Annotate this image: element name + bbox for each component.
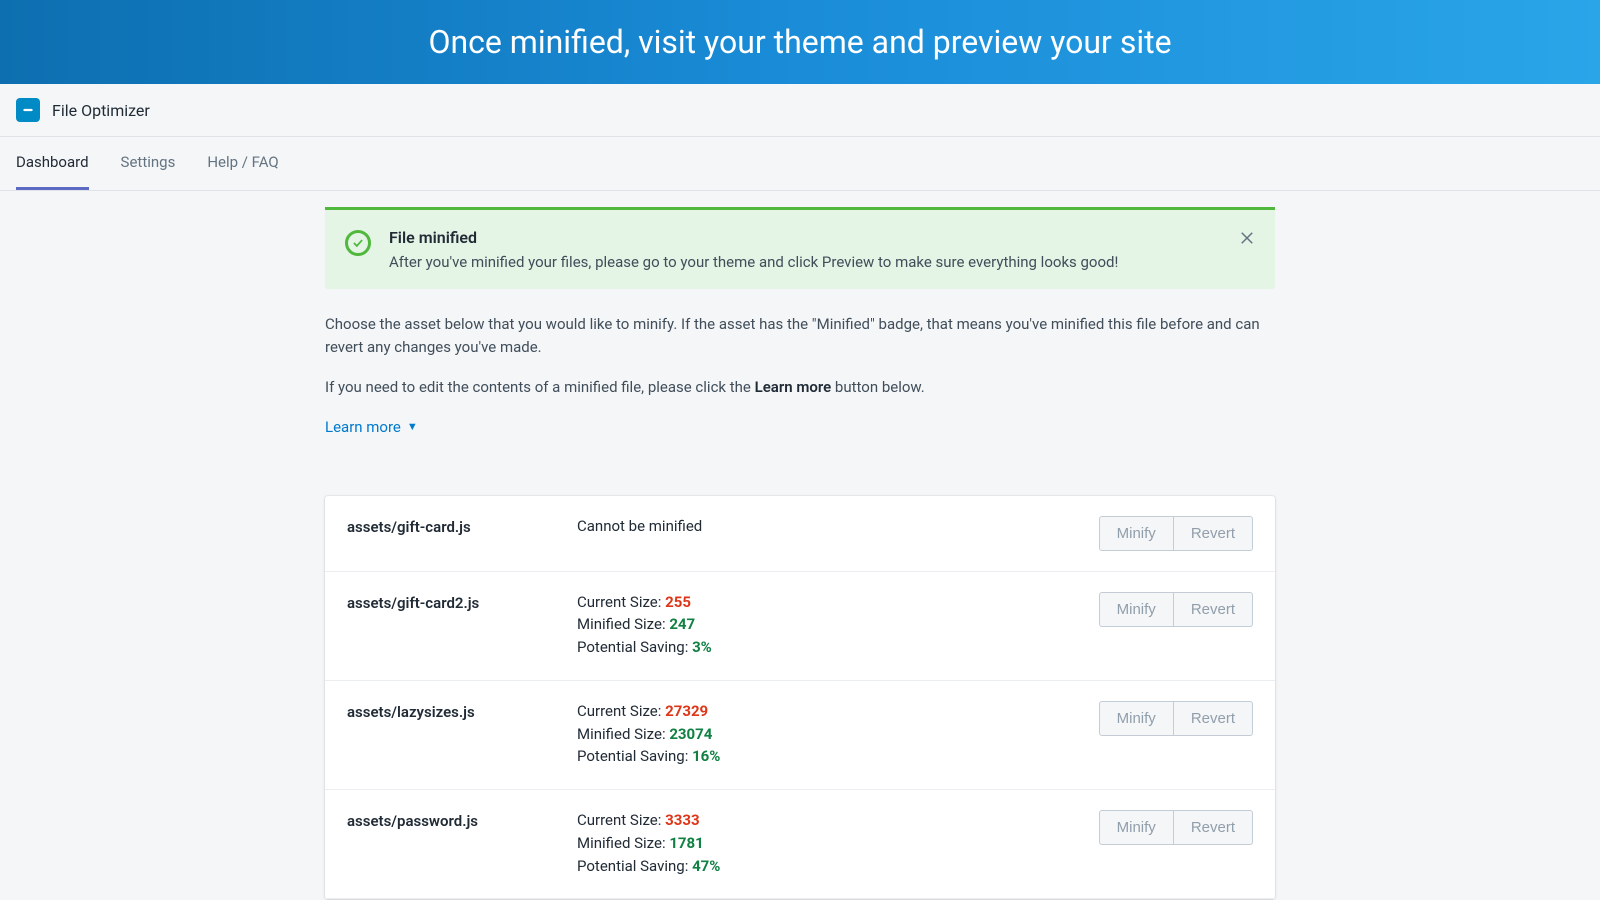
revert-button[interactable]: Revert (1174, 810, 1253, 845)
tab-settings[interactable]: Settings (121, 137, 176, 190)
file-list: assets/gift-card.jsCannot be minifiedMin… (325, 496, 1275, 900)
minify-button[interactable]: Minify (1099, 592, 1174, 627)
main-content: File minified After you've minified your… (325, 191, 1275, 899)
app-header: File Optimizer (0, 84, 1600, 137)
minified-size-line: Minified Size: 247 (577, 614, 1099, 636)
learn-more-label: Learn more (325, 418, 401, 436)
file-stats: Cannot be minified (577, 516, 1099, 538)
current-size-line: Current Size: 255 (577, 592, 1099, 614)
revert-button[interactable]: Revert (1174, 592, 1253, 627)
tab-bar: Dashboard Settings Help / FAQ (0, 137, 1600, 191)
caret-down-icon: ▼ (407, 420, 418, 433)
file-name: assets/gift-card2.js (347, 592, 577, 612)
hero-banner: Once minified, visit your theme and prev… (0, 0, 1600, 84)
minified-size-line: Minified Size: 23074 (577, 724, 1099, 746)
tab-help-faq[interactable]: Help / FAQ (207, 137, 278, 190)
file-name: assets/gift-card.js (347, 516, 577, 536)
minify-button[interactable]: Minify (1099, 810, 1174, 845)
current-size-line: Current Size: 3333 (577, 810, 1099, 832)
file-stats: Current Size: 27329Minified Size: 23074P… (577, 701, 1099, 769)
minified-size-line: Minified Size: 1781 (577, 833, 1099, 855)
revert-button[interactable]: Revert (1174, 516, 1253, 551)
learn-more-link[interactable]: Learn more ▼ (325, 418, 418, 436)
file-stats: Current Size: 255Minified Size: 247Poten… (577, 592, 1099, 660)
intro2-post: button below. (831, 378, 925, 396)
intro-paragraph-2: If you need to edit the contents of a mi… (325, 376, 1275, 399)
close-icon[interactable] (1235, 226, 1259, 250)
success-alert: File minified After you've minified your… (325, 207, 1275, 289)
tab-dashboard[interactable]: Dashboard (16, 137, 89, 190)
file-row: assets/gift-card2.jsCurrent Size: 255Min… (325, 572, 1275, 681)
check-circle-icon (345, 230, 371, 256)
file-name: assets/lazysizes.js (347, 701, 577, 721)
alert-text: After you've minified your files, please… (389, 253, 1255, 271)
potential-saving-line: Potential Saving: 16% (577, 746, 1099, 768)
app-title: File Optimizer (52, 101, 150, 120)
potential-saving-line: Potential Saving: 47% (577, 856, 1099, 878)
file-stats: Current Size: 3333Minified Size: 1781Pot… (577, 810, 1099, 878)
intro-paragraph-1: Choose the asset below that you would li… (325, 313, 1275, 358)
potential-saving-line: Potential Saving: 3% (577, 637, 1099, 659)
file-row: assets/lazysizes.jsCurrent Size: 27329Mi… (325, 681, 1275, 790)
app-logo-icon (16, 98, 40, 122)
file-actions: MinifyRevert (1099, 810, 1253, 845)
minify-button[interactable]: Minify (1099, 516, 1174, 551)
file-row: assets/password.jsCurrent Size: 3333Mini… (325, 790, 1275, 899)
alert-title: File minified (389, 228, 1255, 247)
file-row: assets/gift-card.jsCannot be minifiedMin… (325, 496, 1275, 572)
intro2-pre: If you need to edit the contents of a mi… (325, 378, 755, 396)
file-name: assets/password.js (347, 810, 577, 830)
file-actions: MinifyRevert (1099, 592, 1253, 627)
minify-button[interactable]: Minify (1099, 701, 1174, 736)
current-size-line: Current Size: 27329 (577, 701, 1099, 723)
intro2-bold: Learn more (755, 378, 832, 396)
revert-button[interactable]: Revert (1174, 701, 1253, 736)
file-actions: MinifyRevert (1099, 516, 1253, 551)
file-actions: MinifyRevert (1099, 701, 1253, 736)
